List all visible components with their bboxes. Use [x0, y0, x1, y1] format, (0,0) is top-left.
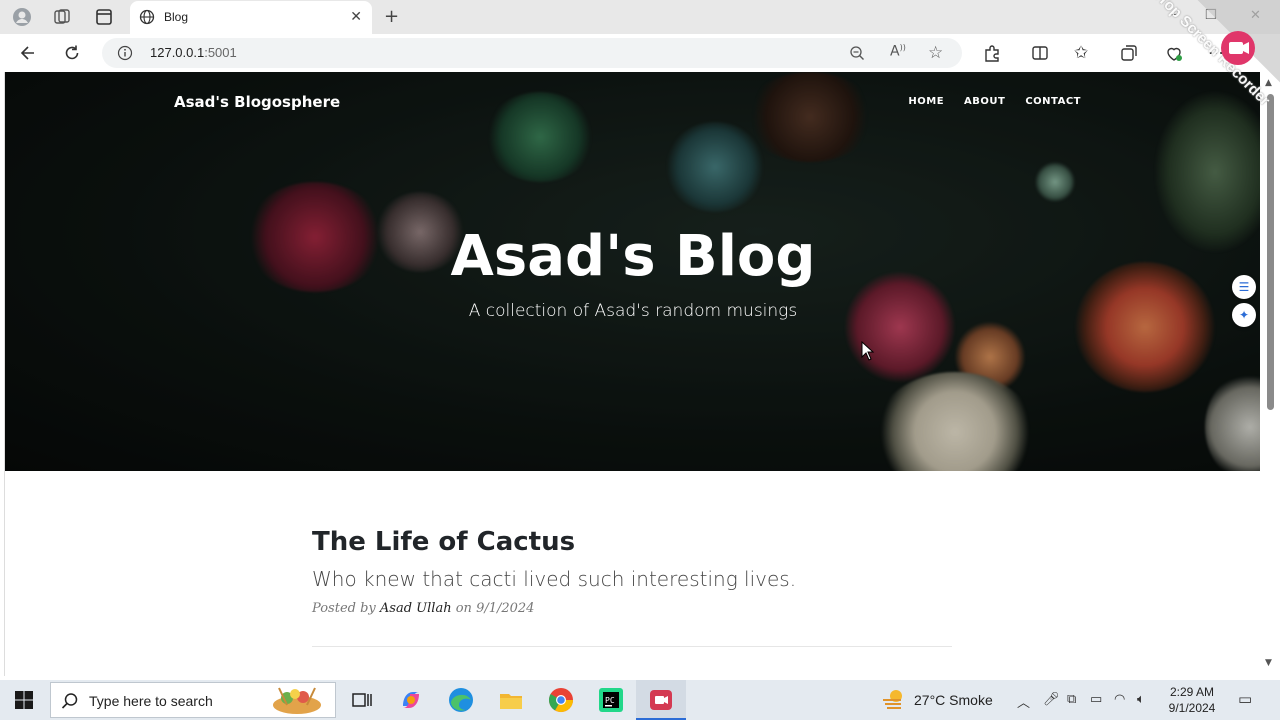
tab-blog[interactable]: Blog ✕: [130, 1, 372, 34]
browser-tabstrip: Blog ✕ + ─ ❐ ✕: [0, 0, 1280, 34]
chevron-up-icon[interactable]: ︿: [1017, 692, 1030, 711]
address-bar[interactable]: 127.0.0.1:5001 A)) ☆: [102, 38, 962, 68]
browser-essentials-icon[interactable]: [1164, 43, 1184, 63]
screen-recorder-taskbar-app[interactable]: [636, 680, 686, 720]
post-title[interactable]: The Life of Cactus: [312, 527, 952, 557]
microphone-icon[interactable]: 🎤︎: [1043, 692, 1060, 707]
volume-icon[interactable]: 🔈︎: [1137, 692, 1145, 707]
hero-subtitle: A collection of Asad's random musings: [468, 301, 798, 321]
site-nav: HOME ABOUT CONTACT: [908, 96, 1081, 107]
task-view-icon[interactable]: [348, 686, 376, 714]
post-preview[interactable]: The Life of Cactus Who knew that cacti l…: [312, 527, 952, 616]
wifi-icon[interactable]: ◠: [1114, 692, 1125, 707]
taskbar-clock[interactable]: 2:29 AM 9/1/2024: [1164, 684, 1220, 716]
nav-about[interactable]: ABOUT: [964, 96, 1005, 107]
search-highlight-icon: [265, 685, 327, 720]
post-date: 9/1/2024: [476, 601, 535, 616]
edge-icon[interactable]: [447, 686, 475, 714]
post-author[interactable]: Asad Ullah: [380, 601, 452, 616]
notifications-icon[interactable]: ▭: [1238, 690, 1252, 708]
search-icon: [61, 692, 79, 714]
post-subtitle[interactable]: Who knew that cacti lived such interesti…: [312, 567, 952, 591]
collections-icon[interactable]: [1119, 43, 1139, 63]
post-meta: Posted by Asad Ullah on 9/1/2024: [312, 601, 952, 616]
tab-actions-icon[interactable]: [94, 7, 114, 27]
close-tab-icon[interactable]: ✕: [350, 9, 362, 25]
recorder-logo-icon: [1221, 31, 1255, 65]
split-screen-icon[interactable]: [1030, 43, 1050, 63]
weather-icon[interactable]: [880, 688, 908, 716]
post-divider: [312, 646, 952, 647]
nav-contact[interactable]: CONTACT: [1025, 96, 1081, 107]
scroll-up-icon[interactable]: ▲: [1265, 78, 1272, 88]
page-viewport: Asad's Blogosphere HOME ABOUT CONTACT As…: [4, 72, 1260, 676]
page-scrollbar[interactable]: ▲ ▼: [1262, 72, 1280, 676]
favorites-icon[interactable]: ✩: [1074, 43, 1094, 63]
hero-title: Asad's Blog: [450, 224, 816, 289]
battery-icon[interactable]: ▭: [1090, 692, 1102, 707]
svg-text:PC: PC: [605, 696, 615, 705]
file-explorer-icon[interactable]: [497, 686, 525, 714]
copilot-icon[interactable]: [397, 686, 425, 714]
post-meta-on: on: [455, 601, 472, 616]
scroll-down-icon[interactable]: ▼: [1265, 658, 1272, 668]
arrow-left-icon[interactable]: [18, 43, 38, 63]
info-icon[interactable]: [117, 45, 133, 65]
workspaces-icon[interactable]: [52, 7, 72, 27]
taskbar-search[interactable]: Type here to search: [50, 682, 336, 718]
tab-title: Blog: [164, 10, 189, 24]
hero-header: Asad's Blogosphere HOME ABOUT CONTACT As…: [5, 72, 1260, 471]
globe-icon: [139, 9, 155, 29]
clock-time: 2:29 AM: [1169, 685, 1215, 699]
new-tab-icon[interactable]: +: [384, 6, 399, 27]
device-icon[interactable]: ⧉: [1067, 692, 1076, 707]
search-placeholder: Type here to search: [89, 693, 213, 709]
read-aloud-icon[interactable]: A)): [890, 43, 906, 60]
zoom-icon[interactable]: [849, 45, 865, 65]
star-icon[interactable]: ☆: [928, 43, 943, 63]
browser-toolbar: 127.0.0.1:5001 A)) ☆ ✩ ⋯: [0, 34, 1280, 72]
weather-text[interactable]: 27°C Smoke: [914, 692, 993, 708]
mouse-cursor-icon: [861, 341, 875, 361]
refresh-icon[interactable]: [62, 43, 82, 63]
chrome-icon[interactable]: [547, 686, 575, 714]
url-text: 127.0.0.1:5001: [150, 45, 237, 60]
puzzle-icon[interactable]: [982, 43, 1002, 63]
copilot-sparkle-icon[interactable]: ✦: [1232, 303, 1256, 327]
pycharm-icon[interactable]: PC: [597, 686, 625, 714]
scroll-thumb[interactable]: [1267, 94, 1274, 410]
nav-home[interactable]: HOME: [908, 96, 944, 107]
windows-start-icon[interactable]: [14, 690, 34, 710]
reading-view-icon[interactable]: ☰: [1232, 275, 1256, 299]
post-meta-prefix: Posted by: [312, 601, 376, 616]
site-brand[interactable]: Asad's Blogosphere: [174, 93, 340, 111]
clock-date: 9/1/2024: [1168, 701, 1216, 715]
profile-icon[interactable]: [12, 7, 32, 27]
windows-taskbar: Type here to search PC 27°C Smoke ︿ 🎤︎ ⧉…: [0, 680, 1280, 720]
